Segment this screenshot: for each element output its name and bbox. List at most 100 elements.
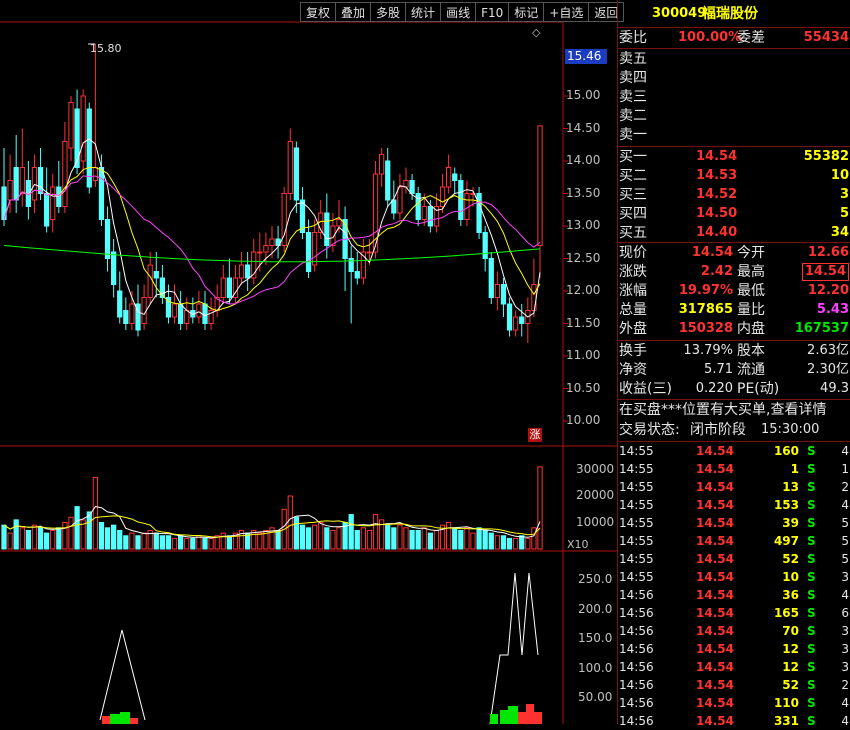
trade-price: 14.54 [696, 462, 734, 476]
trade-time: 14:55 [619, 534, 654, 548]
trade-price: 14.54 [696, 498, 734, 512]
indicator-bar [102, 716, 110, 724]
bid-row[interactable]: 买一 14.54 55382 [618, 148, 850, 166]
volume-bar [385, 524, 391, 550]
candle-body [123, 310, 129, 324]
volume-bar [68, 516, 74, 550]
candle-body [427, 206, 433, 227]
toolbar-button-7[interactable]: +自选 [543, 2, 589, 22]
trade-row[interactable]: 14:55 14.54 10 S 3 [618, 568, 850, 586]
volume-bar [293, 516, 299, 550]
indicator-tick: 150.0 [578, 631, 613, 645]
candle-body [531, 284, 537, 311]
toolbar-button-1[interactable]: 叠加 [335, 2, 371, 22]
volume-bar [421, 527, 427, 550]
volume-bar [482, 529, 488, 550]
diamond-icon[interactable]: ◇ [532, 26, 540, 39]
kline-chart[interactable] [0, 0, 617, 725]
trade-row[interactable]: 14:55 14.54 52 S 5 [618, 550, 850, 568]
trade-volume: 331 [773, 714, 799, 728]
volume-bar [318, 522, 324, 550]
stock-code: 300049 [652, 6, 707, 21]
trade-volume: 52 [782, 552, 799, 566]
trade-row[interactable]: 14:56 14.54 110 S 4 [618, 694, 850, 712]
quote-panel: 300049 福瑞股份 委比 100.00% 委差 55434 卖五 卖四 卖三 卖二… [617, 0, 850, 728]
volume-bar [366, 529, 373, 550]
volume-bar [506, 537, 513, 550]
bid-volume: 10 [830, 168, 849, 183]
high-marker-label: 15.80 [90, 42, 122, 55]
volume-bar [488, 532, 494, 550]
trade-row[interactable]: 14:56 14.54 331 S 4 [618, 712, 850, 730]
stat-value: 19.97% [678, 283, 733, 298]
indicator-bar [130, 718, 138, 724]
volume-bar [324, 527, 330, 550]
fundamental-row: 换手 13.79% 股本 2.63亿 [618, 342, 850, 360]
bid-row[interactable]: 买五 14.40 34 [618, 224, 850, 242]
price-tick: 10.00 [566, 413, 601, 427]
toolbar-button-3[interactable]: 统计 [405, 2, 441, 22]
trade-count: 1 [841, 462, 849, 476]
bid-row[interactable]: 买二 14.53 10 [618, 167, 850, 185]
toolbar-button-0[interactable]: 复权 [300, 2, 336, 22]
volume-bar [74, 506, 80, 550]
toolbar-button-2[interactable]: 多股 [370, 2, 406, 22]
candle-body [86, 108, 92, 188]
trade-row[interactable]: 14:55 14.54 153 S 4 [618, 496, 850, 514]
candle-body [238, 264, 245, 279]
kline-chart-area[interactable]: 复权 叠加 多股 统计 画线 F10 标记 +自选 返回 15.00 14.50 14.00 13.5… [0, 0, 625, 725]
trade-side: S [807, 642, 816, 656]
bid-label: 买五 [619, 225, 647, 241]
candle-body [494, 284, 500, 298]
trade-row[interactable]: 14:56 14.54 12 S 3 [618, 658, 850, 676]
volume-bar [44, 532, 50, 550]
bid-row[interactable]: 买三 14.52 3 [618, 186, 850, 204]
stat-value: 2.42 [700, 264, 733, 279]
candle-body [366, 251, 373, 254]
trade-row[interactable]: 14:55 14.54 39 S 5 [618, 514, 850, 532]
trade-time: 14:55 [619, 480, 654, 494]
candle-body [336, 219, 342, 227]
order-diff-value: 55434 [803, 30, 849, 45]
bid-price: 14.50 [696, 206, 738, 221]
volume-bar [537, 466, 543, 550]
volume-bar [348, 514, 354, 550]
trade-price: 14.54 [696, 624, 734, 638]
trade-time: 14:56 [619, 678, 654, 692]
stock-header: 300049 福瑞股份 [618, 5, 850, 23]
ask-row: 卖三 [618, 88, 850, 106]
candle-body [293, 147, 299, 201]
fundamental-value: 2.63亿 [807, 343, 849, 358]
toolbar-button-5[interactable]: F10 [475, 2, 509, 22]
bid-row[interactable]: 买四 14.50 5 [618, 205, 850, 223]
trade-row[interactable]: 14:56 14.54 12 S 3 [618, 640, 850, 658]
candle-body [452, 173, 458, 181]
trade-row[interactable]: 14:56 14.54 165 S 6 [618, 604, 850, 622]
toolbar-button-4[interactable]: 画线 [440, 2, 476, 22]
price-tick: 11.50 [566, 315, 601, 330]
trade-row[interactable]: 14:55 14.54 13 S 2 [618, 478, 850, 496]
trade-volume: 110 [773, 696, 799, 710]
candle-body [74, 108, 80, 168]
trade-row[interactable]: 14:55 14.54 1 S 1 [618, 460, 850, 478]
stat-label: 涨跌 [619, 264, 647, 280]
ask-label: 卖五 [619, 51, 647, 67]
trade-time: 14:56 [619, 696, 654, 710]
candle-body [31, 167, 38, 201]
trade-row[interactable]: 14:55 14.54 497 S 5 [618, 532, 850, 550]
trade-side: S [807, 444, 816, 458]
big-order-notice[interactable]: 在买盘***位置有大买单,查看详情 [619, 401, 826, 419]
candle-body [159, 277, 165, 298]
trade-row[interactable]: 14:56 14.54 70 S 3 [618, 622, 850, 640]
trade-row[interactable]: 14:56 14.54 36 S 4 [618, 586, 850, 604]
volume-bar [446, 522, 452, 550]
fundamental-value: 13.79% [683, 343, 733, 358]
volume-bar [56, 527, 62, 550]
trade-row[interactable]: 14:56 14.54 52 S 2 [618, 676, 850, 694]
toolbar-button-6[interactable]: 标记 [508, 2, 544, 22]
trade-count: 2 [841, 678, 849, 692]
candle-body [111, 251, 117, 285]
notice-row[interactable]: 在买盘***位置有大买单,查看详情 [618, 401, 850, 419]
ask-row: 卖五 [618, 50, 850, 68]
trade-row[interactable]: 14:55 14.54 160 S 4 [618, 442, 850, 460]
